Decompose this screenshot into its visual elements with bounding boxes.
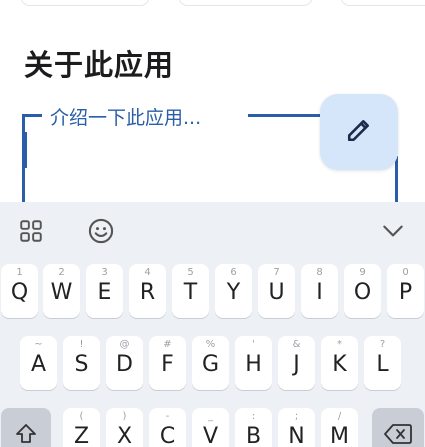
- key-k[interactable]: * K: [321, 336, 358, 390]
- top-chip[interactable]: [178, 0, 313, 6]
- field-label: 介绍一下此应用...: [46, 103, 206, 130]
- about-section-title: 关于此应用: [24, 48, 175, 82]
- soft-keyboard: 1Q 2W 3E 4R 5T 6Y 7U 8I 9O 0P ~ A ! S @ D #…: [0, 202, 425, 447]
- key-r[interactable]: 4R: [129, 264, 166, 318]
- key-a[interactable]: ~ A: [20, 336, 57, 390]
- keyboard-toolbar: [0, 202, 425, 260]
- key-y[interactable]: 6Y: [215, 264, 252, 318]
- emoji-icon[interactable]: [86, 216, 116, 246]
- key-v[interactable]: _ V: [192, 408, 229, 447]
- key-s[interactable]: ! S: [63, 336, 100, 390]
- key-f[interactable]: # F: [149, 336, 186, 390]
- backspace-icon: [384, 423, 412, 447]
- grid-icon[interactable]: [16, 216, 46, 246]
- edit-button[interactable]: [320, 94, 398, 170]
- key-u[interactable]: 7U: [258, 264, 295, 318]
- key-q[interactable]: 1Q: [1, 264, 38, 318]
- pencil-icon: [346, 117, 372, 147]
- shift-icon: [14, 422, 38, 447]
- key-z[interactable]: (Z: [63, 408, 100, 447]
- key-j[interactable]: & J: [278, 336, 315, 390]
- key-b[interactable]: :B: [235, 408, 272, 447]
- key-m[interactable]: / M: [321, 408, 358, 447]
- key-l[interactable]: ? L: [364, 336, 401, 390]
- chevron-down-icon[interactable]: [378, 216, 408, 246]
- field-border-top-left: [22, 114, 42, 117]
- key-p[interactable]: 0P: [387, 264, 424, 318]
- key-e[interactable]: 3E: [86, 264, 123, 318]
- key-g[interactable]: % G: [192, 336, 229, 390]
- key-o[interactable]: 9O: [344, 264, 381, 318]
- key-n[interactable]: ; N: [278, 408, 315, 447]
- top-chip-row: [0, 0, 425, 8]
- key-h[interactable]: ' H: [235, 336, 272, 390]
- key-c[interactable]: -C: [149, 408, 186, 447]
- top-chip[interactable]: [20, 0, 150, 6]
- shift-key[interactable]: [1, 408, 51, 447]
- top-chip[interactable]: [340, 0, 425, 6]
- key-i[interactable]: 8I: [301, 264, 338, 318]
- backspace-key[interactable]: [372, 408, 424, 447]
- key-w[interactable]: 2W: [43, 264, 80, 318]
- key-t[interactable]: 5T: [172, 264, 209, 318]
- text-caret: [24, 132, 27, 168]
- key-x[interactable]: ) X: [106, 408, 143, 447]
- key-d[interactable]: @ D: [106, 336, 143, 390]
